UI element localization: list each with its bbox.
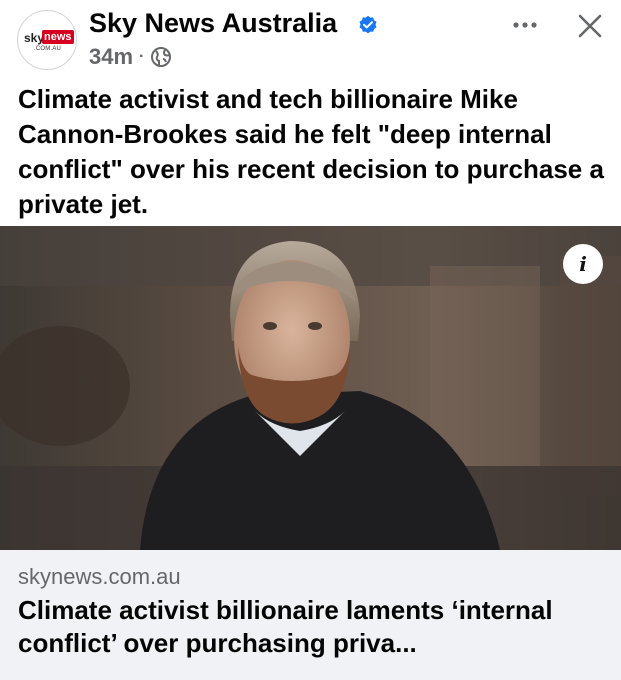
more-horizontal-icon bbox=[513, 22, 537, 28]
post-caption: Climate activist and tech billionaire Mi… bbox=[18, 84, 604, 219]
link-preview-card[interactable]: skynews.com.au Climate activist billiona… bbox=[0, 550, 621, 680]
avatar-logo-news: news bbox=[42, 30, 74, 44]
page-avatar[interactable]: sky news .COM.AU bbox=[17, 10, 77, 70]
meta-separator: · bbox=[139, 48, 145, 65]
post-timestamp[interactable]: 34m bbox=[89, 44, 133, 70]
portrait-photo-image bbox=[0, 226, 621, 550]
post-header: sky news .COM.AU Sky News Australia 34m … bbox=[0, 0, 621, 80]
page-name-link[interactable]: Sky News Australia bbox=[89, 8, 337, 39]
post-meta: 34m · bbox=[89, 43, 172, 71]
link-domain: skynews.com.au bbox=[18, 564, 181, 589]
close-post-button[interactable] bbox=[570, 6, 610, 46]
post-photo[interactable] bbox=[0, 226, 621, 550]
globe-icon bbox=[151, 47, 172, 67]
avatar-logo-domain: .COM.AU bbox=[34, 46, 62, 52]
verified-badge-icon bbox=[359, 15, 377, 34]
link-title: Climate activist billionaire laments ‘in… bbox=[18, 595, 553, 658]
close-icon bbox=[578, 14, 602, 38]
more-options-button[interactable] bbox=[508, 8, 542, 42]
info-icon: i bbox=[579, 252, 587, 276]
info-button[interactable]: i bbox=[563, 244, 603, 284]
